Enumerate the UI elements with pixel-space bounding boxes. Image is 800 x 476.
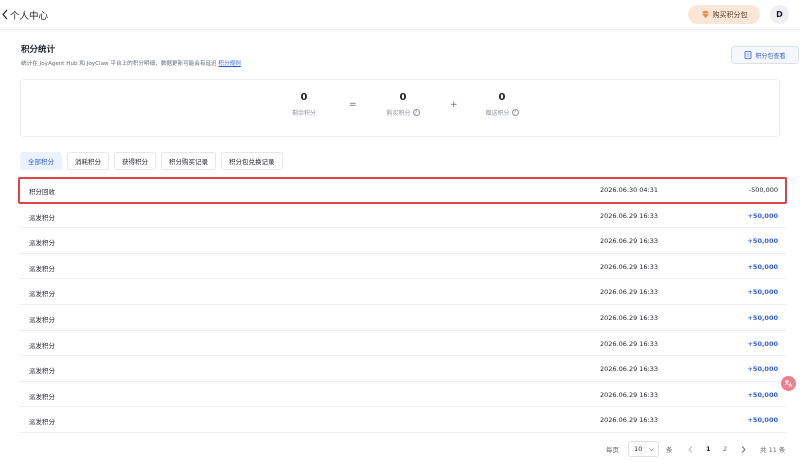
page-size-select[interactable]: 10	[628, 441, 659, 457]
help-icon[interactable]: ?	[511, 109, 519, 116]
record-tabs: 全部积分 消耗积分 获得积分 积分购买记录 积分包兑换记录	[20, 152, 283, 170]
tab-earned-points[interactable]: 获得积分	[114, 152, 156, 170]
table-row: 派发积分 2026.06.29 16:33 +50,000	[20, 279, 786, 305]
record-name: 派发积分	[29, 239, 55, 248]
record-time: 2026.06.29 16:33	[600, 211, 659, 220]
translate-glyph-icon	[784, 380, 793, 388]
table-row: 派发积分 2026.06.29 16:33 +50,000	[20, 254, 786, 280]
record-name: 派发积分	[29, 367, 55, 376]
prev-page-button[interactable]	[688, 441, 693, 457]
points-pack-view-label: 积分包查看	[755, 52, 786, 60]
stats-description: 统计在 JoyAgent Hub 和 JoyClaw 平台上的积分明细，数据更新…	[21, 59, 241, 67]
record-amount: +50,000	[747, 390, 778, 399]
per-page-unit: 条	[666, 446, 673, 454]
record-time: 2026.06.29 16:33	[600, 237, 659, 246]
record-amount: +50,000	[747, 288, 778, 297]
table-row: 积分回收 2026.06.30 04:31 -500,000	[20, 177, 786, 203]
buy-points-label: 购买积分包	[712, 10, 748, 19]
record-time: 2026.06.29 16:33	[600, 262, 659, 271]
points-rule-link[interactable]: 积分规则	[218, 61, 240, 67]
gifted-points: 0 赠送积分?	[467, 92, 537, 117]
record-time: 2026.06.29 16:33	[600, 339, 659, 348]
help-icon[interactable]: ?	[412, 109, 420, 116]
chevron-right-icon	[741, 445, 746, 453]
plus-sign: +	[450, 100, 458, 110]
record-amount: +50,000	[747, 237, 778, 246]
points-pack-view-button[interactable]: 积分包查看	[731, 46, 799, 64]
page-2-button[interactable]: 2	[723, 441, 727, 457]
tab-consumed-points[interactable]: 消耗积分	[67, 152, 109, 170]
document-icon	[745, 51, 752, 59]
record-time: 2026.06.30 04:31	[600, 186, 659, 194]
record-amount: +50,000	[747, 416, 778, 425]
record-name: 派发积分	[29, 315, 55, 324]
record-amount: +50,000	[747, 211, 778, 220]
stats-title: 积分统计	[21, 45, 56, 55]
buy-points-button[interactable]: 购买积分包	[688, 5, 760, 24]
stats-description-text: 统计在 JoyAgent Hub 和 JoyClaw 平台上的积分明细，数据更新…	[21, 61, 217, 67]
records-table: 积分回收 2026.06.30 04:31 -500,000 派发积分 2026.06.…	[20, 177, 786, 433]
page-title: 个人中心	[10, 11, 49, 22]
table-row: 派发积分 2026.06.29 16:33 +50,000	[20, 407, 786, 433]
avatar[interactable]: D	[770, 5, 789, 24]
purchased-points-label: 购买积分	[386, 110, 411, 117]
gifted-points-value: 0	[498, 92, 506, 103]
record-time: 2026.06.29 16:33	[600, 390, 659, 399]
tab-purchase-records[interactable]: 积分购买记录	[161, 152, 216, 170]
back-chevron-icon[interactable]	[2, 9, 8, 20]
table-row: 派发积分 2026.06.29 16:33 +50,000	[20, 382, 786, 408]
record-name: 派发积分	[29, 392, 55, 401]
gem-icon	[701, 10, 709, 19]
total-count: 共 11 条	[760, 446, 786, 454]
record-time: 2026.06.29 16:33	[600, 313, 659, 322]
remaining-points-value: 0	[300, 92, 308, 103]
record-name: 派发积分	[29, 418, 55, 427]
table-row: 派发积分 2026.06.29 16:33 +50,000	[20, 356, 786, 382]
table-row: 派发积分 2026.06.29 16:33 +50,000	[20, 228, 786, 254]
record-name: 派发积分	[29, 341, 55, 350]
record-time: 2026.06.29 16:33	[600, 416, 659, 425]
table-row: 派发积分 2026.06.29 16:33 +50,000	[20, 331, 786, 357]
translate-icon[interactable]	[781, 376, 796, 391]
chevron-down-icon	[649, 448, 654, 452]
record-amount: +50,000	[747, 339, 778, 348]
record-amount: +50,000	[747, 313, 778, 322]
tab-all-points[interactable]: 全部积分	[20, 152, 62, 170]
equals-sign: =	[349, 100, 357, 110]
page-size-value: 10	[634, 445, 643, 453]
remaining-points-label: 剩余积分	[291, 110, 316, 117]
record-amount: -500,000	[748, 186, 778, 194]
record-name: 积分回收	[29, 188, 55, 196]
record-amount: +50,000	[747, 262, 778, 271]
record-time: 2026.06.29 16:33	[600, 288, 659, 297]
next-page-button[interactable]	[741, 441, 746, 457]
record-amount: +50,000	[747, 365, 778, 374]
purchased-points: 0 购买积分?	[368, 92, 438, 117]
chevron-left-icon	[688, 445, 693, 453]
per-page-label: 每页	[606, 446, 619, 454]
table-row: 派发积分 2026.06.29 16:33 +50,000	[20, 305, 786, 331]
record-name: 派发积分	[29, 264, 55, 273]
tab-exchange-records[interactable]: 积分包兑换记录	[221, 152, 283, 170]
record-name: 派发积分	[29, 290, 55, 299]
record-time: 2026.06.29 16:33	[600, 365, 659, 374]
purchased-points-value: 0	[399, 92, 407, 103]
remaining-points: 0 剩余积分	[269, 92, 339, 117]
record-name: 派发积分	[29, 213, 55, 222]
gifted-points-label: 赠送积分	[485, 110, 510, 117]
table-row: 派发积分 2026.06.29 16:33 +50,000	[20, 203, 786, 229]
top-bar: 个人中心 购买积分包 D	[0, 0, 800, 30]
page-1-button[interactable]: 1	[706, 441, 711, 457]
